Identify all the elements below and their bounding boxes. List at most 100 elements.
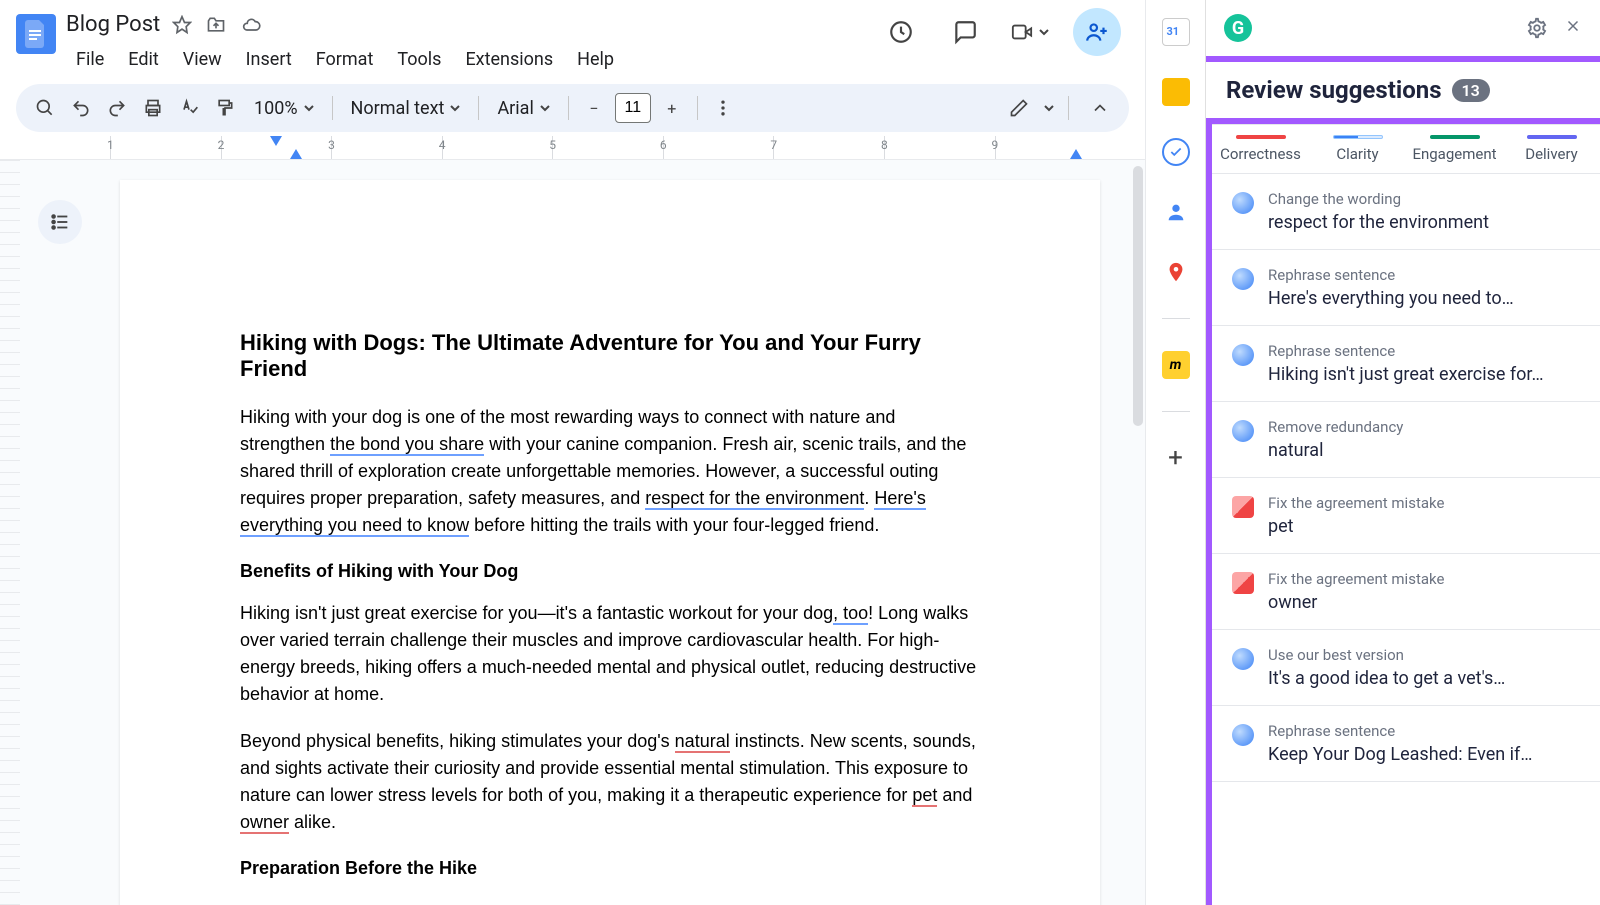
meet-button[interactable] <box>1009 12 1049 52</box>
heading-benefits: Benefits of Hiking with Your Dog <box>240 561 980 582</box>
redo-icon[interactable] <box>100 91 134 125</box>
maps-icon[interactable] <box>1162 258 1190 286</box>
star-icon[interactable] <box>172 15 192 35</box>
menu-insert[interactable]: Insert <box>236 45 302 74</box>
suggestion-item[interactable]: Rephrase sentenceHere's everything you n… <box>1212 250 1600 326</box>
editing-mode-icon[interactable] <box>1002 91 1036 125</box>
zoom-select[interactable]: 100% <box>244 98 324 119</box>
fontsize-decrease[interactable]: − <box>577 91 611 125</box>
chevron-down-icon[interactable] <box>1044 103 1054 113</box>
menu-tools[interactable]: Tools <box>387 45 451 74</box>
font-value: Arial <box>497 98 533 119</box>
docs-logo[interactable] <box>16 14 56 54</box>
suggestion-text: Keep Your Dog Leashed: Even if… <box>1268 744 1580 765</box>
gear-icon[interactable] <box>1526 17 1548 39</box>
menu-file[interactable]: File <box>66 45 114 74</box>
indent-marker-first[interactable] <box>270 136 282 146</box>
style-value: Normal text <box>351 98 445 119</box>
scrollbar[interactable] <box>1133 166 1143 426</box>
ruler-mark: 9 <box>992 138 999 152</box>
paragraph-style-select[interactable]: Normal text <box>341 98 471 119</box>
move-icon[interactable] <box>206 15 226 35</box>
tab-correctness[interactable]: Correctness <box>1212 125 1309 173</box>
review-title: Review suggestions <box>1226 76 1442 104</box>
underline-red: owner <box>240 812 289 834</box>
suggestion-item[interactable]: Rephrase sentence Hiking isn't just great… <box>1212 326 1600 402</box>
suggestion-text: natural <box>1268 440 1580 461</box>
toolbar: 100% Normal text Arial − + <box>16 84 1129 132</box>
suggestion-label: Rephrase sentence <box>1268 342 1580 360</box>
suggestion-item[interactable]: Fix the agreement mistake owner <box>1212 554 1600 630</box>
fontsize-input[interactable] <box>615 93 651 123</box>
clarity-dot-icon <box>1232 648 1254 670</box>
indent-marker-right[interactable] <box>1070 149 1082 159</box>
suggestion-item[interactable]: Remove redundancynatural <box>1212 402 1600 478</box>
ruler-mark: 5 <box>549 138 556 152</box>
underline-blue: respect for the environment <box>645 488 864 510</box>
ruler-mark: 1 <box>107 138 114 152</box>
suggestion-item[interactable]: Change the wording respect for the enviro… <box>1212 174 1600 250</box>
share-button[interactable] <box>1073 8 1121 56</box>
paragraph: Beyond physical benefits, hiking stimula… <box>240 728 980 836</box>
tab-delivery[interactable]: Delivery <box>1503 125 1600 173</box>
underline-blue: the bond you share <box>330 434 484 456</box>
suggestion-label: Change the wording <box>1268 190 1580 208</box>
miro-icon[interactable]: m <box>1162 351 1190 379</box>
suggestion-count: 13 <box>1452 79 1490 102</box>
suggestion-text: Hiking isn't just great exercise for… <box>1268 364 1580 385</box>
suggestion-text: Here's everything you need to… <box>1268 288 1580 309</box>
ruler[interactable]: 1 2 3 4 5 6 7 8 9 <box>0 136 1145 160</box>
paint-format-icon[interactable] <box>208 91 242 125</box>
print-icon[interactable] <box>136 91 170 125</box>
suggestion-text: respect for the environment <box>1268 212 1580 233</box>
history-icon[interactable] <box>881 12 921 52</box>
suggestion-label: Rephrase sentence <box>1268 722 1580 740</box>
doc-title[interactable]: Blog Post <box>66 12 160 37</box>
search-icon[interactable] <box>28 91 62 125</box>
tasks-icon[interactable] <box>1162 138 1190 166</box>
undo-icon[interactable] <box>64 91 98 125</box>
clarity-dot-icon <box>1232 268 1254 290</box>
menu-view[interactable]: View <box>173 45 232 74</box>
clarity-dot-icon <box>1232 344 1254 366</box>
suggestion-text: owner <box>1268 592 1580 613</box>
ruler-mark: 4 <box>439 138 446 152</box>
menu-edit[interactable]: Edit <box>118 45 168 74</box>
outline-toggle[interactable] <box>38 200 82 244</box>
close-icon[interactable] <box>1564 17 1582 39</box>
vertical-ruler <box>0 160 20 905</box>
more-icon[interactable] <box>706 91 740 125</box>
suggestion-item[interactable]: Rephrase sentence Keep Your Dog Leashed: … <box>1212 706 1600 782</box>
grammarly-logo[interactable]: G <box>1224 14 1252 42</box>
zoom-value: 100% <box>254 98 298 119</box>
tab-engagement[interactable]: Engagement <box>1406 125 1503 173</box>
ruler-mark: 3 <box>328 138 335 152</box>
document-page[interactable]: Hiking with Dogs: The Ultimate Adventure… <box>120 180 1100 905</box>
underline-red: pet <box>912 785 937 807</box>
menu-format[interactable]: Format <box>306 45 384 74</box>
tab-clarity[interactable]: Clarity <box>1309 125 1406 173</box>
suggestion-item[interactable]: Use our best versionIt's a good idea to … <box>1212 630 1600 706</box>
paragraph: Hiking isn't just great exercise for you… <box>240 600 980 708</box>
collapse-icon[interactable] <box>1083 91 1117 125</box>
suggestion-label: Fix the agreement mistake <box>1268 570 1580 588</box>
indent-marker-left[interactable] <box>290 149 302 159</box>
menu-help[interactable]: Help <box>567 45 624 74</box>
spellcheck-icon[interactable] <box>172 91 206 125</box>
paragraph: Hiking with your dog is one of the most … <box>240 404 980 539</box>
comments-icon[interactable] <box>945 12 985 52</box>
contacts-icon[interactable] <box>1162 198 1190 226</box>
cloud-icon[interactable] <box>240 15 262 35</box>
ruler-mark: 6 <box>660 138 667 152</box>
grammarly-panel: G Review suggestions 13 Correctness Clar… <box>1205 0 1600 905</box>
calendar-icon[interactable] <box>1162 18 1190 46</box>
correctness-dot-icon <box>1232 572 1254 594</box>
menu-extensions[interactable]: Extensions <box>455 45 563 74</box>
suggestion-item[interactable]: Fix the agreement mistakepet <box>1212 478 1600 554</box>
underline-blue: , too <box>833 603 868 625</box>
font-select[interactable]: Arial <box>487 98 559 119</box>
keep-icon[interactable] <box>1162 78 1190 106</box>
ruler-mark: 8 <box>881 138 888 152</box>
fontsize-increase[interactable]: + <box>655 91 689 125</box>
add-addon-icon[interactable]: + <box>1162 444 1190 472</box>
